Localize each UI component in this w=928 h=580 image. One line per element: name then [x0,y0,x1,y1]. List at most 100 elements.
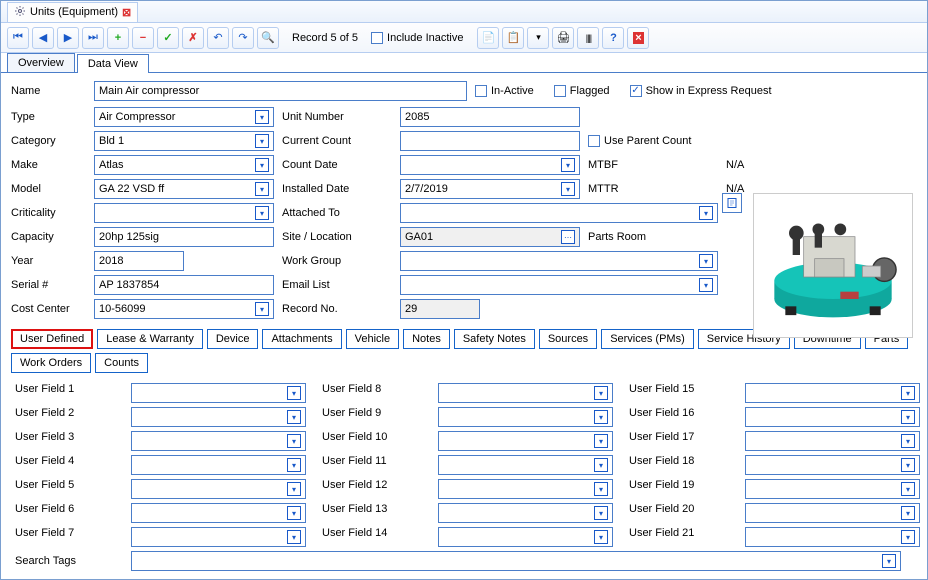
chevron-down-icon[interactable]: ▾ [255,158,269,172]
nav-prev-button[interactable]: ◀ [32,27,54,49]
chevron-down-icon[interactable]: ▾ [594,506,608,520]
chevron-down-icon[interactable]: ▾ [255,206,269,220]
include-inactive-check[interactable]: Include Inactive [371,32,463,44]
chevron-down-icon[interactable]: ▾ [594,482,608,496]
print-button[interactable]: 🖨 [552,27,574,49]
subtab-vehicle[interactable]: Vehicle [346,329,399,349]
barcode-button[interactable]: |||| [577,27,599,49]
subtab-attachments[interactable]: Attachments [262,329,341,349]
search-button[interactable]: 🔍 [257,27,279,49]
chevron-down-icon[interactable]: ▾ [287,410,301,424]
tool-icon-3[interactable]: ▾ [527,27,549,49]
chevron-down-icon[interactable]: ▾ [255,302,269,316]
user-field-input[interactable]: ▾ [745,527,920,547]
chevron-down-icon[interactable]: ▾ [287,458,301,472]
chevron-down-icon[interactable]: ▾ [287,482,301,496]
user-field-input[interactable]: ▾ [745,455,920,475]
chevron-down-icon[interactable]: ▾ [699,254,713,268]
installed-date-field[interactable]: 2/7/2019▾ [400,179,580,199]
chevron-down-icon[interactable]: ▾ [255,110,269,124]
subtab-device[interactable]: Device [207,329,259,349]
user-field-input[interactable]: ▾ [131,503,306,523]
close-icon[interactable]: ⊠ [122,6,131,19]
chevron-down-icon[interactable]: ▾ [901,410,915,424]
subtab-user-defined[interactable]: User Defined [11,329,93,349]
redo-button[interactable]: ↷ [232,27,254,49]
user-field-input[interactable]: ▾ [438,455,613,475]
chevron-down-icon[interactable]: ▾ [561,158,575,172]
subtab-counts[interactable]: Counts [95,353,148,373]
nav-last-button[interactable]: ⏭ [82,27,104,49]
user-field-input[interactable]: ▾ [438,383,613,403]
use-parent-count-check[interactable]: Use Parent Count [588,135,796,147]
user-field-input[interactable]: ▾ [745,479,920,499]
criticality-field[interactable]: ▾ [94,203,274,223]
nav-first-button[interactable]: ⏮ [7,27,29,49]
tool-icon-1[interactable]: 📄 [477,27,499,49]
name-field[interactable]: Main Air compressor [94,81,467,101]
user-field-input[interactable]: ▾ [438,479,613,499]
subtab-work-orders[interactable]: Work Orders [11,353,91,373]
show-express-check[interactable]: Show in Express Request [630,85,772,97]
add-button[interactable]: + [107,27,129,49]
flagged-check[interactable]: Flagged [554,85,610,97]
chevron-down-icon[interactable]: ▾ [561,182,575,196]
chevron-down-icon[interactable]: ▾ [594,434,608,448]
chevron-down-icon[interactable]: ▾ [594,386,608,400]
cancel-button[interactable]: ✗ [182,27,204,49]
confirm-button[interactable]: ✓ [157,27,179,49]
chevron-down-icon[interactable]: ▾ [901,506,915,520]
chevron-down-icon[interactable]: ▾ [594,458,608,472]
user-field-input[interactable]: ▾ [438,407,613,427]
chevron-down-icon[interactable]: ▾ [901,482,915,496]
inactive-check[interactable]: In-Active [475,85,534,97]
ellipsis-icon[interactable]: ⋯ [561,230,575,244]
attached-to-field[interactable]: ▾ [400,203,718,223]
subtab-services-pms[interactable]: Services (PMs) [601,329,694,349]
chevron-down-icon[interactable]: ▾ [699,206,713,220]
user-field-input[interactable]: ▾ [131,527,306,547]
remove-button[interactable]: − [132,27,154,49]
model-field[interactable]: GA 22 VSD ff▾ [94,179,274,199]
subtab-notes[interactable]: Notes [403,329,450,349]
tab-overview[interactable]: Overview [7,53,75,72]
subtab-lease-warranty[interactable]: Lease & Warranty [97,329,203,349]
chevron-down-icon[interactable]: ▾ [255,134,269,148]
chevron-down-icon[interactable]: ▾ [882,554,896,568]
work-group-field[interactable]: ▾ [400,251,718,271]
chevron-down-icon[interactable]: ▾ [901,458,915,472]
chevron-down-icon[interactable]: ▾ [287,530,301,544]
capacity-field[interactable]: 20hp 125sig [94,227,274,247]
user-field-input[interactable]: ▾ [438,527,613,547]
close-button[interactable]: × [627,27,649,49]
user-field-input[interactable]: ▾ [745,383,920,403]
user-field-input[interactable]: ▾ [131,431,306,451]
user-field-input[interactable]: ▾ [131,455,306,475]
chevron-down-icon[interactable]: ▾ [699,278,713,292]
count-date-field[interactable]: ▾ [400,155,580,175]
notes-icon[interactable] [722,193,742,213]
subtab-sources[interactable]: Sources [539,329,597,349]
user-field-input[interactable]: ▾ [438,431,613,451]
tab-data-view[interactable]: Data View [77,54,149,73]
chevron-down-icon[interactable]: ▾ [901,386,915,400]
type-field[interactable]: Air Compressor▾ [94,107,274,127]
unit-number-field[interactable]: 2085 [400,107,580,127]
subtab-safety-notes[interactable]: Safety Notes [454,329,535,349]
user-field-input[interactable]: ▾ [745,431,920,451]
undo-button[interactable]: ↶ [207,27,229,49]
user-field-input[interactable]: ▾ [745,503,920,523]
chevron-down-icon[interactable]: ▾ [287,386,301,400]
cost-center-field[interactable]: 10-56099▾ [94,299,274,319]
site-location-field[interactable]: GA01⋯ [400,227,580,247]
tool-icon-2[interactable]: 📋 [502,27,524,49]
serial-field[interactable]: AP 1837854 [94,275,274,295]
user-field-input[interactable]: ▾ [438,503,613,523]
chevron-down-icon[interactable]: ▾ [287,434,301,448]
chevron-down-icon[interactable]: ▾ [594,410,608,424]
email-list-field[interactable]: ▾ [400,275,718,295]
chevron-down-icon[interactable]: ▾ [901,434,915,448]
search-tags-field[interactable]: ▾ [131,551,901,571]
user-field-input[interactable]: ▾ [131,407,306,427]
year-field[interactable]: 2018 [94,251,184,271]
